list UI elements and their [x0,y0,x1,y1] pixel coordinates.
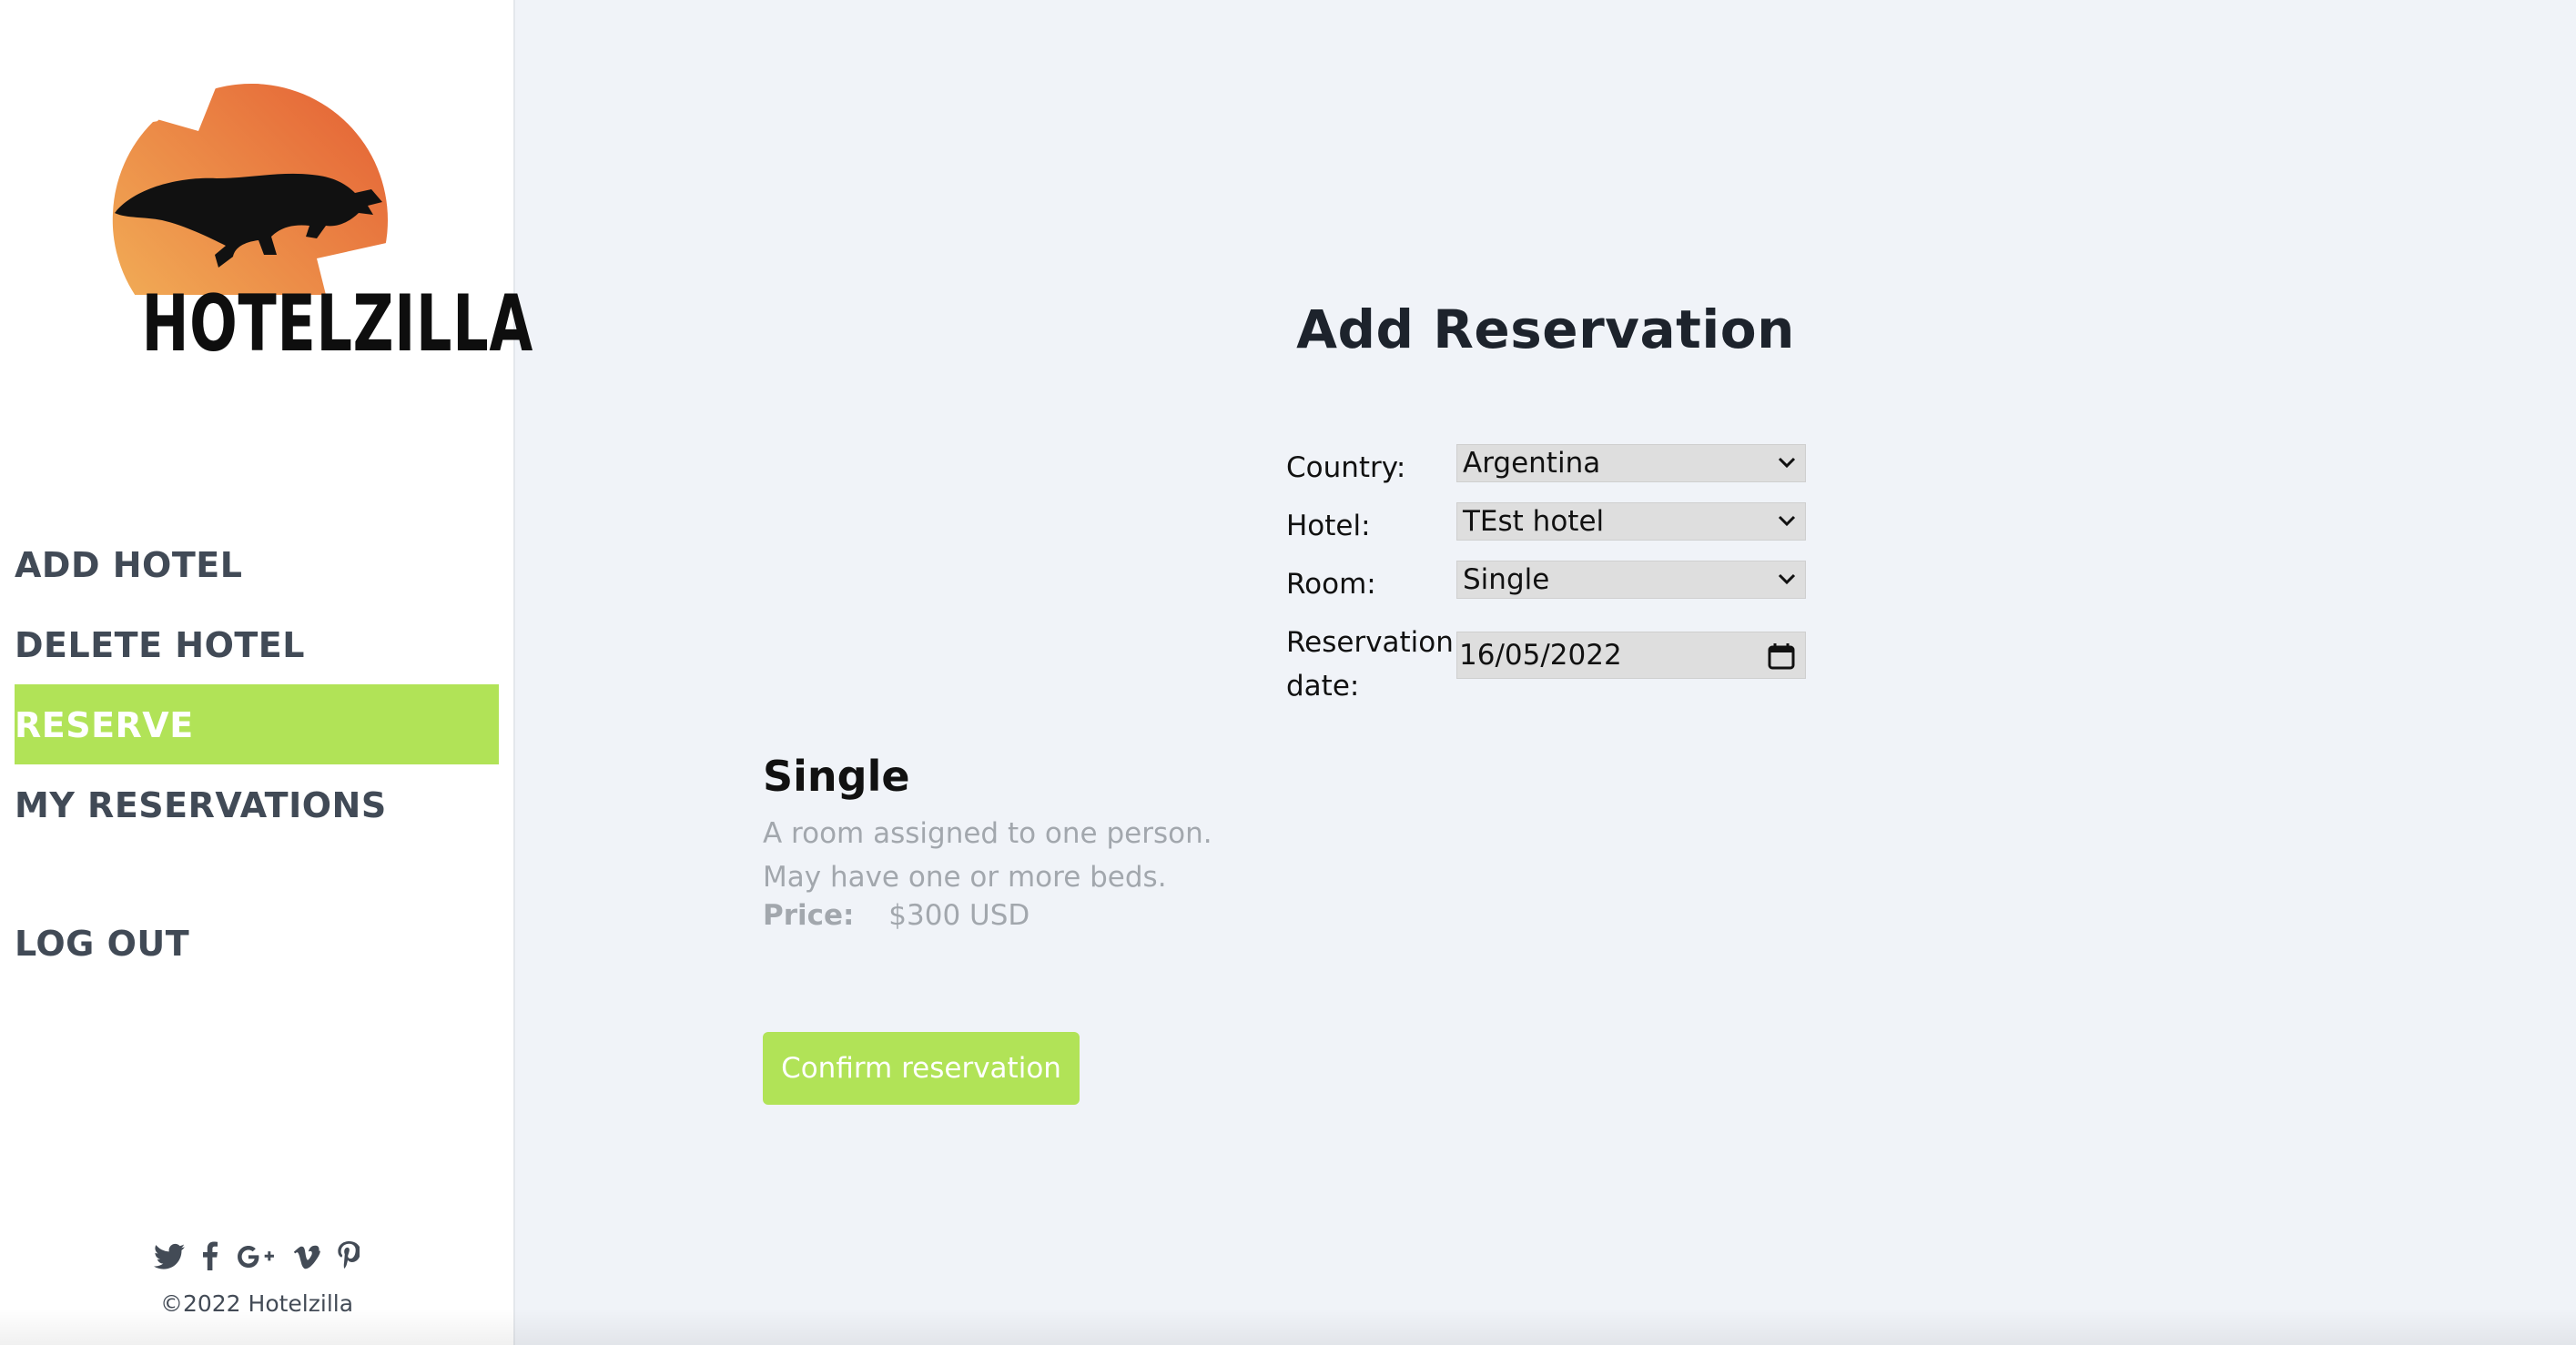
country-select[interactable]: Argentina [1456,444,1806,482]
sidebar-item-my-reservations[interactable]: MY RESERVATIONS [15,764,499,844]
reservation-date-input[interactable]: 16/05/2022 [1456,632,1806,679]
price-label: Price: [763,899,855,932]
sidebar-item-log-out[interactable]: LOG OUT [15,903,499,983]
room-price: Price: $300 USD [763,899,1029,932]
sidebar-nav: ADD HOTEL DELETE HOTEL RESERVE MY RESERV… [15,524,499,983]
hotel-select[interactable]: TEst hotel [1456,502,1806,541]
room-select[interactable]: Single [1456,561,1806,599]
room-select-value: Single [1463,563,1550,596]
pinterest-icon[interactable] [338,1241,361,1278]
sidebar-item-add-hotel[interactable]: ADD HOTEL [15,524,499,604]
facebook-icon[interactable] [202,1241,218,1278]
sidebar-item-delete-hotel[interactable]: DELETE HOTEL [15,604,499,684]
hotel-label: Hotel: [1286,510,1371,542]
chevron-down-icon [1778,457,1796,469]
calendar-icon[interactable] [1767,642,1796,671]
social-links [0,1241,513,1278]
copyright-text: ©2022 Hotelzilla [159,1290,354,1317]
sidebar-item-reserve[interactable]: RESERVE [15,684,499,764]
room-row: Room: Single [1286,557,1832,615]
hotel-select-value: TEst hotel [1463,505,1605,538]
room-description: A room assigned to one person. May have … [763,817,1212,894]
logo-wordmark: HOTELZILLA [141,278,534,369]
page-title: Add Reservation [1296,298,1795,360]
room-label: Room: [1286,568,1376,601]
chevron-down-icon [1778,515,1796,527]
sidebar: HOTELZILLA ADD HOTEL DELETE HOTEL RESERV… [0,0,534,1345]
hotel-row: Hotel: TEst hotel [1286,499,1832,557]
country-label: Country: [1286,451,1406,484]
country-row: Country: Argentina [1286,440,1832,499]
hotelzilla-logo[interactable]: HOTELZILLA [98,76,534,369]
chevron-down-icon [1778,573,1796,585]
logo-sun-dinosaur-icon [112,84,399,357]
room-type-title: Single [763,752,910,801]
reservation-date-row: Reservation date: 16/05/2022 [1286,615,1832,706]
main-content: Add Reservation Country: Argentina Hotel… [515,0,2576,1345]
reservation-date-label: Reservation date: [1286,626,1454,703]
google-plus-icon[interactable] [236,1243,276,1278]
country-select-value: Argentina [1463,447,1601,480]
vimeo-icon[interactable] [293,1243,321,1278]
confirm-reservation-button[interactable]: Confirm reservation [763,1032,1080,1105]
price-value: $300 USD [888,899,1030,932]
reservation-form: Country: Argentina Hotel: TEst hotel Roo… [1286,440,1832,706]
reservation-date-value: 16/05/2022 [1459,639,1622,672]
twitter-icon[interactable] [153,1243,185,1278]
